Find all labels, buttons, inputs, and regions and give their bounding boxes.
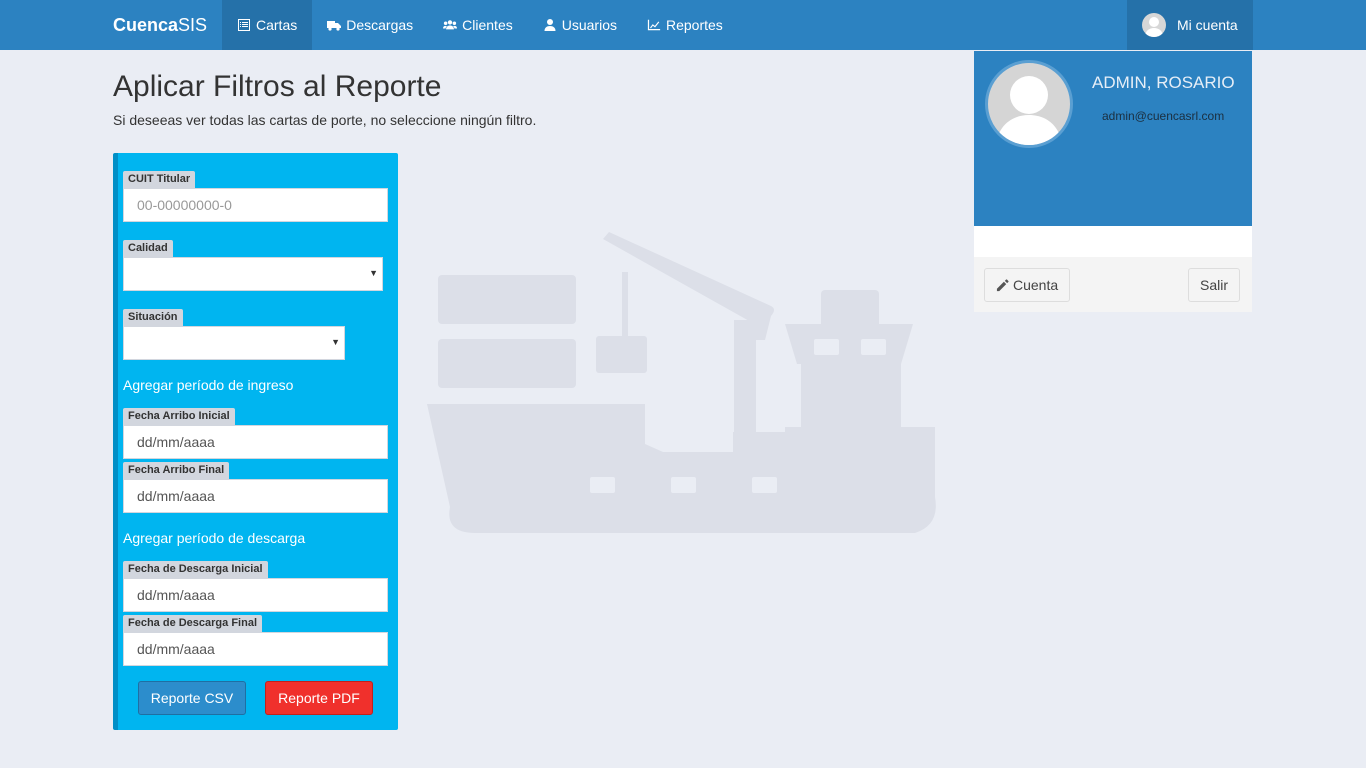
arribo-final-input[interactable] [123, 479, 388, 513]
nav-item-descargas[interactable]: Descargas [312, 0, 428, 50]
nav-item-clientes[interactable]: Clientes [428, 0, 528, 50]
cuit-label: CUIT Titular [123, 171, 196, 188]
nav-label: Cartas [256, 17, 298, 33]
report-pdf-button[interactable]: Reporte PDF [265, 681, 373, 715]
arribo-final-label: Fecha Arribo Final [123, 462, 230, 479]
situacion-select[interactable]: ▼ [123, 326, 345, 360]
nav-item-reportes[interactable]: Reportes [632, 0, 738, 50]
descarga-section-title: Agregar período de descarga [123, 530, 306, 546]
navbar: CuencaSIS Cartas Descargas Clientes Usua… [0, 0, 1366, 50]
nav-label: Descargas [346, 17, 414, 33]
descarga-inicial-label: Fecha de Descarga Inicial [123, 561, 268, 578]
logout-button[interactable]: Salir [1188, 268, 1241, 302]
avatar-icon [1142, 13, 1166, 37]
pencil-icon [996, 278, 1009, 291]
user-name: ADMIN, ROSARIO [1092, 73, 1235, 92]
nav-label: Usuarios [561, 17, 617, 33]
page-title: Aplicar Filtros al Reporte [113, 70, 442, 103]
user-icon [544, 19, 556, 31]
page-subtitle: Si deseeas ver todas las cartas de porte… [113, 112, 537, 128]
descarga-final-label: Fecha de Descarga Final [123, 615, 262, 632]
account-button-label: Cuenta [1013, 277, 1059, 293]
cuit-input[interactable] [123, 188, 388, 222]
calidad-label: Calidad [123, 240, 173, 257]
line-chart-icon [647, 19, 661, 31]
report-csv-button[interactable]: Reporte CSV [138, 681, 246, 715]
ship-background-icon [427, 232, 936, 533]
account-button[interactable]: Cuenta [984, 268, 1071, 302]
user-card-body [974, 226, 1252, 257]
brand-logo[interactable]: CuencaSIS [113, 0, 207, 50]
main-nav: Cartas Descargas Clientes Usuarios Repor… [222, 0, 738, 50]
caret-down-icon: ▼ [331, 337, 340, 347]
account-menu[interactable]: Mi cuenta [1127, 0, 1253, 50]
user-email: admin@cuencasrl.com [1102, 109, 1225, 123]
nav-item-usuarios[interactable]: Usuarios [528, 0, 632, 50]
account-label: Mi cuenta [1177, 17, 1238, 33]
descarga-inicial-input[interactable] [123, 578, 388, 612]
filter-panel: CUIT Titular Calidad ▼ Situación ▼ Agreg… [113, 153, 398, 730]
nav-label: Reportes [666, 17, 723, 33]
user-card-header: ADMIN, ROSARIO admin@cuencasrl.com [974, 51, 1252, 226]
user-card-footer: Cuenta Salir [974, 257, 1252, 312]
caret-down-icon: ▼ [369, 268, 378, 278]
nav-item-cartas[interactable]: Cartas [222, 0, 313, 50]
brand-bold: Cuenca [113, 15, 179, 35]
arribo-inicial-label: Fecha Arribo Inicial [123, 408, 235, 425]
avatar [985, 60, 1073, 148]
nav-label: Clientes [462, 17, 513, 33]
user-card: ADMIN, ROSARIO admin@cuencasrl.com Cuent… [974, 51, 1252, 312]
logout-button-label: Salir [1200, 277, 1229, 293]
calidad-select[interactable]: ▼ [123, 257, 383, 291]
list-alt-icon [238, 19, 250, 31]
truck-icon [327, 21, 342, 31]
brand-light: SIS [178, 15, 208, 35]
user-silhouette-icon [996, 76, 1062, 145]
descarga-final-input[interactable] [123, 632, 388, 666]
arribo-inicial-input[interactable] [123, 425, 388, 459]
users-icon [443, 20, 458, 30]
ingreso-section-title: Agregar período de ingreso [123, 377, 294, 393]
situacion-label: Situación [123, 309, 183, 326]
